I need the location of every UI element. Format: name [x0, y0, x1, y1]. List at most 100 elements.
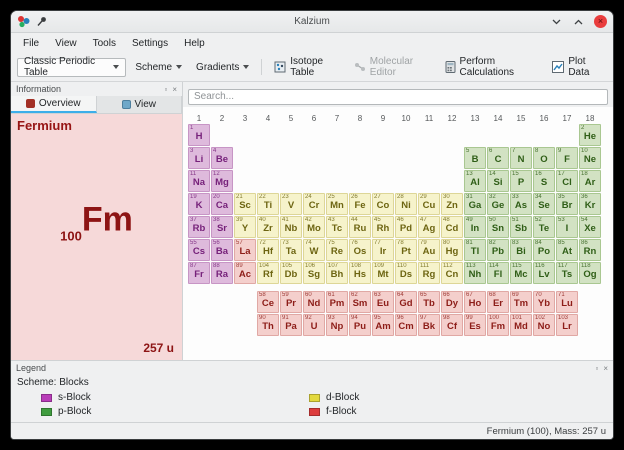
element-cell-Mo[interactable]: 42Mo — [303, 216, 325, 238]
element-cell-I[interactable]: 53I — [556, 216, 578, 238]
element-cell-Md[interactable]: 101Md — [510, 314, 532, 336]
element-cell-Kr[interactable]: 36Kr — [579, 193, 601, 215]
element-cell-Am[interactable]: 95Am — [372, 314, 394, 336]
element-cell-Fm[interactable]: 100Fm — [487, 314, 509, 336]
element-cell-Fe[interactable]: 26Fe — [349, 193, 371, 215]
element-cell-Mc[interactable]: 115Mc — [510, 262, 532, 284]
element-cell-K[interactable]: 19K — [188, 193, 210, 215]
element-cell-Co[interactable]: 27Co — [372, 193, 394, 215]
element-cell-C[interactable]: 6C — [487, 147, 509, 169]
element-overview-panel[interactable]: Fermium 100Fm 257 u — [11, 114, 182, 360]
element-cell-B[interactable]: 5B — [464, 147, 486, 169]
element-cell-Ga[interactable]: 31Ga — [464, 193, 486, 215]
element-cell-Np[interactable]: 93Np — [326, 314, 348, 336]
element-cell-Si[interactable]: 14Si — [487, 170, 509, 192]
element-cell-F[interactable]: 9F — [556, 147, 578, 169]
element-cell-Nd[interactable]: 60Nd — [303, 291, 325, 313]
close-button[interactable]: × — [594, 15, 607, 28]
element-cell-Lu[interactable]: 71Lu — [556, 291, 578, 313]
element-cell-Rn[interactable]: 86Rn — [579, 239, 601, 261]
element-cell-Bk[interactable]: 97Bk — [418, 314, 440, 336]
element-cell-Yb[interactable]: 70Yb — [533, 291, 555, 313]
element-cell-Sg[interactable]: 106Sg — [303, 262, 325, 284]
maximize-button[interactable] — [572, 15, 585, 28]
element-cell-Er[interactable]: 68Er — [487, 291, 509, 313]
minimize-button[interactable] — [550, 15, 563, 28]
pin-icon[interactable] — [36, 16, 47, 27]
menu-item-file[interactable]: File — [15, 36, 47, 51]
element-cell-Eu[interactable]: 63Eu — [372, 291, 394, 313]
element-cell-Os[interactable]: 76Os — [349, 239, 371, 261]
element-cell-La[interactable]: 57La — [234, 239, 256, 261]
element-cell-Db[interactable]: 105Db — [280, 262, 302, 284]
element-cell-Mn[interactable]: 25Mn — [326, 193, 348, 215]
element-cell-U[interactable]: 92U — [303, 314, 325, 336]
element-cell-As[interactable]: 33As — [510, 193, 532, 215]
element-cell-Mt[interactable]: 109Mt — [372, 262, 394, 284]
element-cell-Na[interactable]: 11Na — [188, 170, 210, 192]
element-cell-Ds[interactable]: 110Ds — [395, 262, 417, 284]
element-cell-Ar[interactable]: 18Ar — [579, 170, 601, 192]
element-cell-Ru[interactable]: 44Ru — [349, 216, 371, 238]
element-cell-Pu[interactable]: 94Pu — [349, 314, 371, 336]
element-cell-Au[interactable]: 79Au — [418, 239, 440, 261]
element-cell-Gd[interactable]: 64Gd — [395, 291, 417, 313]
element-cell-Dy[interactable]: 66Dy — [441, 291, 463, 313]
element-cell-Lr[interactable]: 103Lr — [556, 314, 578, 336]
element-cell-Cm[interactable]: 96Cm — [395, 314, 417, 336]
element-cell-Cs[interactable]: 55Cs — [188, 239, 210, 261]
search-input[interactable] — [188, 89, 608, 105]
element-cell-Hf[interactable]: 72Hf — [257, 239, 279, 261]
element-cell-Ag[interactable]: 47Ag — [418, 216, 440, 238]
element-cell-Ir[interactable]: 77Ir — [372, 239, 394, 261]
element-cell-Ni[interactable]: 28Ni — [395, 193, 417, 215]
isotope-table-button[interactable]: Isotope Table — [269, 57, 345, 78]
element-cell-Es[interactable]: 99Es — [464, 314, 486, 336]
element-cell-Li[interactable]: 3Li — [188, 147, 210, 169]
menu-item-view[interactable]: View — [47, 36, 85, 51]
element-cell-Cl[interactable]: 17Cl — [556, 170, 578, 192]
element-cell-Te[interactable]: 52Te — [533, 216, 555, 238]
element-cell-Mg[interactable]: 12Mg — [211, 170, 233, 192]
element-cell-Ba[interactable]: 56Ba — [211, 239, 233, 261]
element-cell-Cu[interactable]: 29Cu — [418, 193, 440, 215]
element-cell-Lv[interactable]: 116Lv — [533, 262, 555, 284]
element-cell-Br[interactable]: 35Br — [556, 193, 578, 215]
dock-float-icon[interactable]: ▫ — [164, 85, 167, 94]
element-cell-Pb[interactable]: 82Pb — [487, 239, 509, 261]
element-cell-Zn[interactable]: 30Zn — [441, 193, 463, 215]
element-cell-Bh[interactable]: 107Bh — [326, 262, 348, 284]
element-cell-Sr[interactable]: 38Sr — [211, 216, 233, 238]
element-cell-Al[interactable]: 13Al — [464, 170, 486, 192]
element-cell-Cd[interactable]: 48Cd — [441, 216, 463, 238]
element-cell-W[interactable]: 74W — [303, 239, 325, 261]
element-cell-Tm[interactable]: 69Tm — [510, 291, 532, 313]
element-cell-Xe[interactable]: 54Xe — [579, 216, 601, 238]
element-cell-Bi[interactable]: 83Bi — [510, 239, 532, 261]
element-cell-Ca[interactable]: 20Ca — [211, 193, 233, 215]
element-cell-Cr[interactable]: 24Cr — [303, 193, 325, 215]
element-cell-Sm[interactable]: 62Sm — [349, 291, 371, 313]
element-cell-Th[interactable]: 90Th — [257, 314, 279, 336]
element-cell-Zr[interactable]: 40Zr — [257, 216, 279, 238]
menu-item-tools[interactable]: Tools — [85, 36, 124, 51]
gradients-button[interactable]: Gradients — [191, 57, 254, 78]
element-cell-No[interactable]: 102No — [533, 314, 555, 336]
scheme-button[interactable]: Scheme — [130, 57, 187, 78]
dock-float-icon[interactable]: ▫ — [595, 364, 598, 373]
element-cell-Rf[interactable]: 104Rf — [257, 262, 279, 284]
element-cell-Rg[interactable]: 111Rg — [418, 262, 440, 284]
element-cell-Rh[interactable]: 45Rh — [372, 216, 394, 238]
element-cell-Fr[interactable]: 87Fr — [188, 262, 210, 284]
element-cell-Be[interactable]: 4Be — [211, 147, 233, 169]
element-cell-Nb[interactable]: 41Nb — [280, 216, 302, 238]
element-cell-P[interactable]: 15P — [510, 170, 532, 192]
element-cell-Ce[interactable]: 58Ce — [257, 291, 279, 313]
element-cell-Sc[interactable]: 21Sc — [234, 193, 256, 215]
element-cell-Ge[interactable]: 32Ge — [487, 193, 509, 215]
element-cell-Tb[interactable]: 65Tb — [418, 291, 440, 313]
dock-close-icon[interactable]: × — [172, 85, 177, 94]
element-cell-Pd[interactable]: 46Pd — [395, 216, 417, 238]
element-cell-Fl[interactable]: 114Fl — [487, 262, 509, 284]
element-cell-Tl[interactable]: 81Tl — [464, 239, 486, 261]
